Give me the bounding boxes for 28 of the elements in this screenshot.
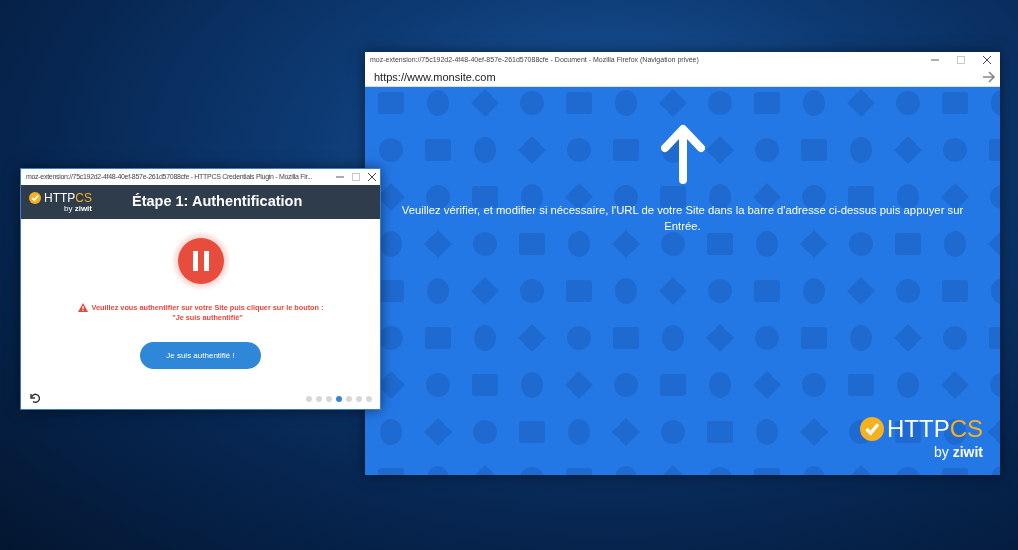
- logo-byline: by ziwit: [64, 204, 92, 213]
- step-dot[interactable]: [316, 396, 322, 402]
- undo-icon[interactable]: [28, 391, 40, 403]
- logo-byline: by ziwit: [933, 445, 983, 459]
- logo-wordmark: HTTPCS: [887, 417, 983, 441]
- maximize-icon[interactable]: [957, 56, 965, 64]
- url-text: https://www.monsite.com: [374, 69, 496, 85]
- step-dot[interactable]: [346, 396, 352, 402]
- instruction-text: Veuillez vérifier, et modifier si nécessaire, l'URL de votre Site dans la barre d'adresse ci-dessus puis appuyer sur Entrée.: [400, 203, 965, 235]
- pause-icon: [170, 231, 231, 291]
- close-icon[interactable]: [983, 56, 991, 64]
- go-arrow-icon[interactable]: [982, 71, 996, 83]
- maximize-icon[interactable]: [352, 173, 360, 181]
- step-dot[interactable]: [336, 396, 342, 402]
- step-heading: Étape 1: Authentification: [132, 192, 303, 212]
- step-dot[interactable]: [326, 396, 332, 402]
- close-icon[interactable]: [368, 173, 376, 181]
- up-arrow-icon: [660, 124, 705, 184]
- check-badge-icon: [29, 191, 41, 204]
- step-dot[interactable]: [366, 396, 372, 402]
- warning-icon: [77, 303, 88, 312]
- step-dot[interactable]: [356, 396, 362, 402]
- step-dot[interactable]: [306, 396, 312, 402]
- authenticated-button[interactable]: Je suis authentifié !: [140, 342, 261, 370]
- minimize-icon[interactable]: [336, 173, 344, 181]
- logo-wordmark: HTTPCS: [44, 191, 92, 204]
- check-badge-icon: [860, 417, 884, 441]
- minimize-icon[interactable]: [931, 56, 939, 64]
